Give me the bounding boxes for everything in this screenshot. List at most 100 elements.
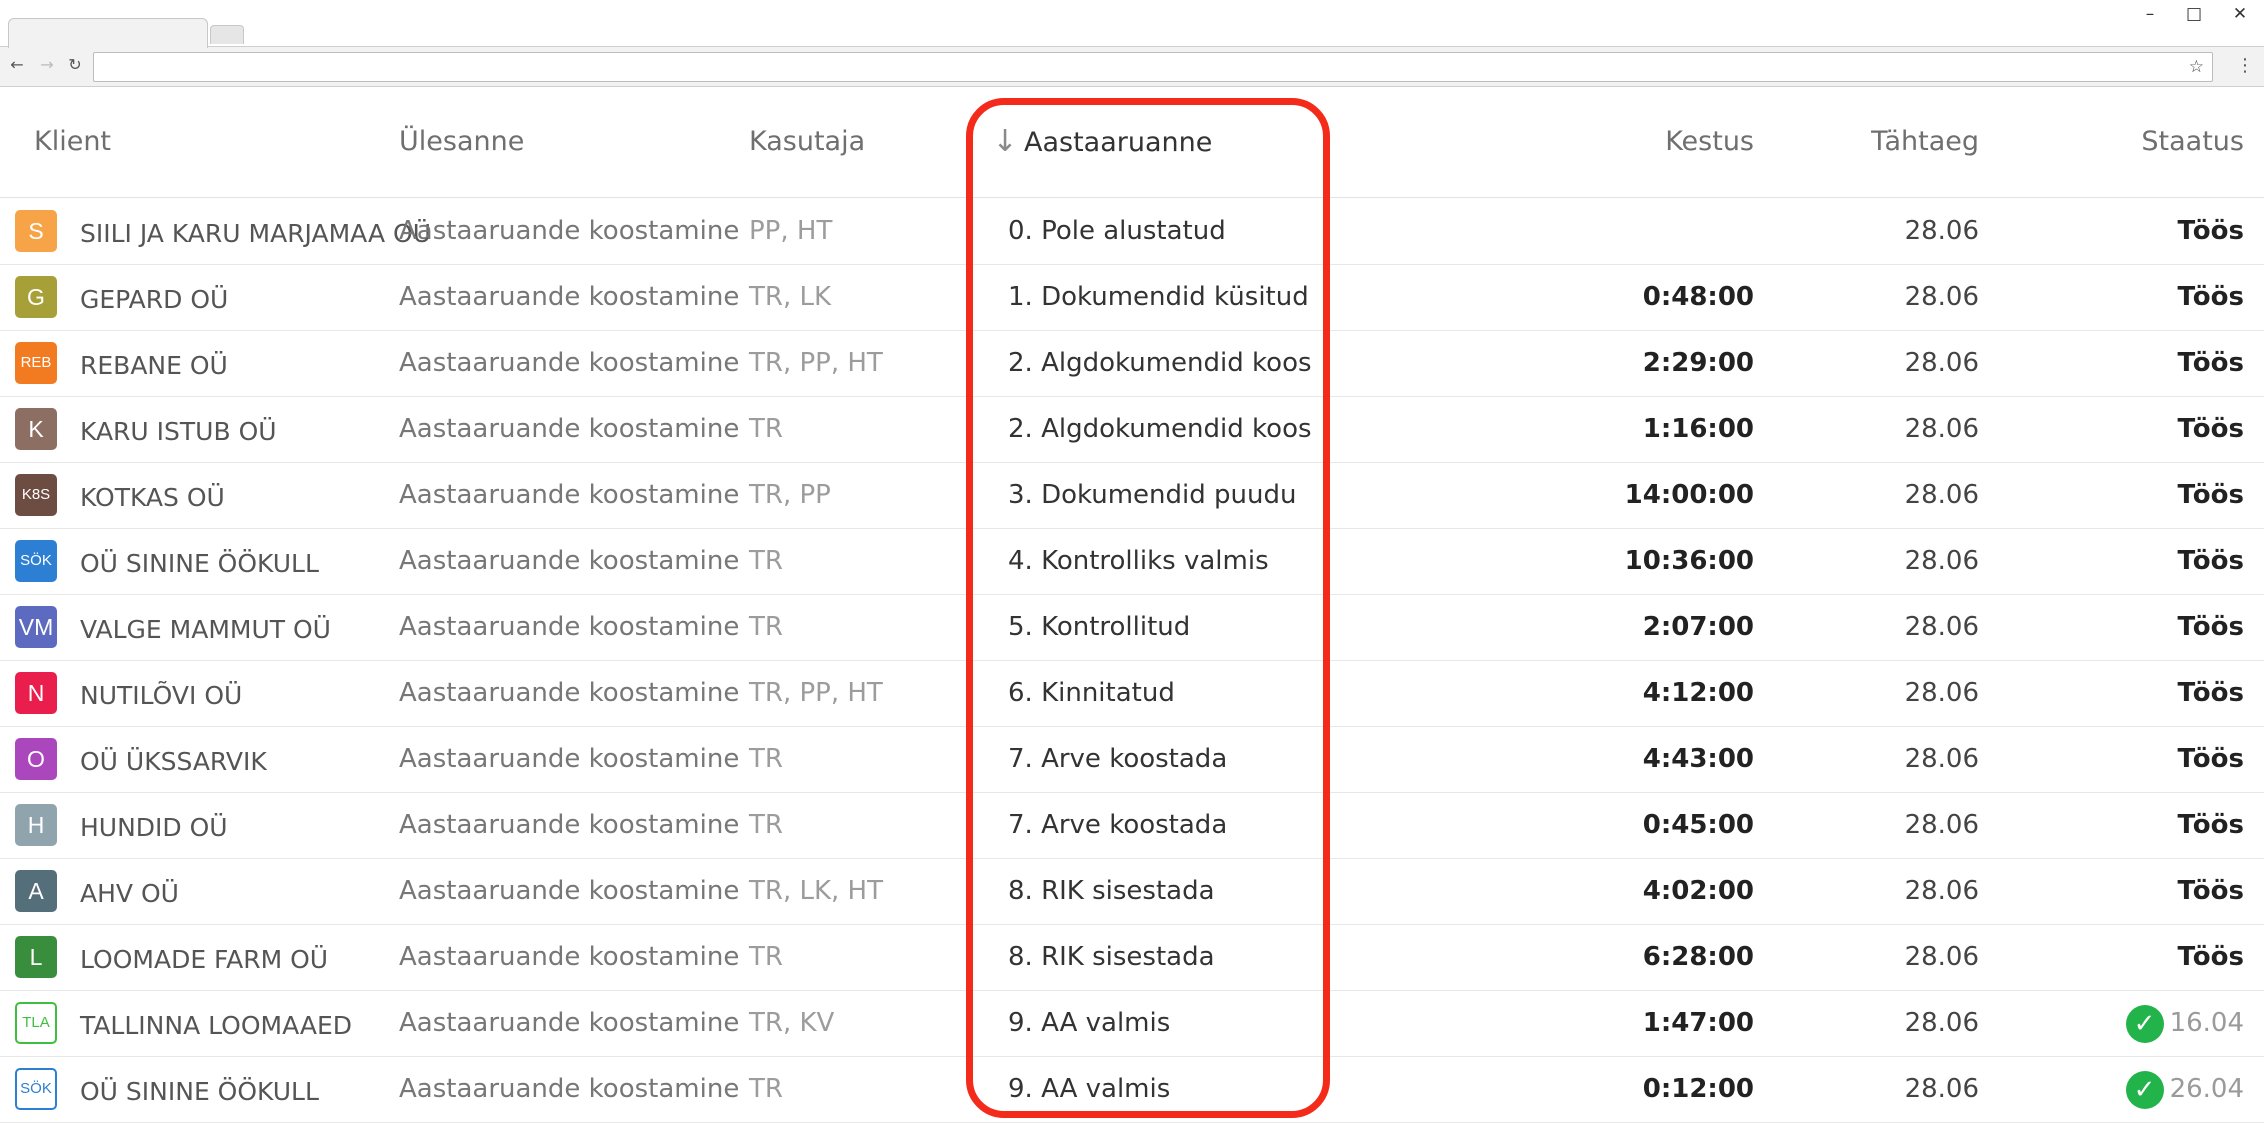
- star-icon[interactable]: ☆: [2189, 55, 2204, 79]
- table-row[interactable]: SÖK OÜ SININE ÖÖKULL Aastaaruande koostami…: [0, 1056, 2264, 1123]
- due-date: 28.06: [1904, 810, 1979, 840]
- forward-icon[interactable]: →: [36, 54, 58, 76]
- table-row[interactable]: O OÜ ÜKSSARVIK Aastaaruande koostamine TR 7.…: [0, 726, 2264, 793]
- table-row[interactable]: S SIILI JA KARU MARJAMAA OÜ Aastaaruande k…: [0, 198, 2264, 265]
- header-duration[interactable]: Kestus: [1665, 87, 1754, 197]
- table-row[interactable]: L LOOMADE FARM OÜ Aastaaruande koostamine T…: [0, 924, 2264, 991]
- task-state: ✓ 16.04: [2125, 990, 2244, 1056]
- assigned-users: TR: [749, 942, 783, 972]
- table-row[interactable]: G GEPARD OÜ Aastaaruande koostamine TR, LK 1…: [0, 264, 2264, 331]
- table-row[interactable]: K8S KOTKAS OÜ Aastaaruande koostamine TR, P…: [0, 462, 2264, 529]
- client-avatar: K: [15, 408, 57, 450]
- task-state: Töös: [2178, 792, 2245, 858]
- duration-value: 1:16:00: [1642, 414, 1754, 444]
- task-name: Aastaaruande koostamine: [399, 480, 740, 510]
- header-status[interactable]: Staatus: [2141, 87, 2244, 197]
- header-client[interactable]: Klient: [34, 87, 111, 197]
- task-state: Töös: [2178, 330, 2245, 396]
- browser-tab[interactable]: [8, 18, 208, 48]
- report-status: 2. Algdokumendid koos: [1008, 348, 1312, 378]
- due-date: 28.06: [1904, 546, 1979, 576]
- task-name: Aastaaruande koostamine: [399, 744, 740, 774]
- report-status: 9. AA valmis: [1008, 1008, 1171, 1038]
- task-name: Aastaaruande koostamine: [399, 678, 740, 708]
- client-name: OÜ ÜKSSARVIK: [80, 747, 267, 776]
- client-name: VALGE MAMMUT OÜ: [80, 615, 331, 644]
- task-state-text: 26.04: [2169, 1074, 2244, 1104]
- due-date: 28.06: [1904, 1008, 1979, 1038]
- due-date: 28.06: [1904, 414, 1979, 444]
- client-avatar: REB: [15, 342, 57, 384]
- task-name: Aastaaruande koostamine: [399, 348, 740, 378]
- task-state-text: Töös: [2177, 612, 2245, 642]
- table-row[interactable]: TLA TALLINNA LOOMAAED Aastaaruande koostam…: [0, 990, 2264, 1057]
- duration-value: 1:47:00: [1642, 1008, 1754, 1038]
- assigned-users: TR: [749, 744, 783, 774]
- task-state-text: Töös: [2177, 942, 2245, 972]
- duration-value: 6:28:00: [1642, 942, 1754, 972]
- report-status: 6. Kinnitatud: [1008, 678, 1175, 708]
- client-name: SIILI JA KARU MARJAMAA OÜ: [80, 219, 431, 248]
- table-row[interactable]: REB REBANE OÜ Aastaaruande koostamine TR, P…: [0, 330, 2264, 397]
- menu-kebab-icon[interactable]: ⋮: [2236, 52, 2254, 80]
- duration-value: 14:00:00: [1624, 480, 1754, 510]
- task-state: Töös: [2178, 396, 2245, 462]
- task-name: Aastaaruande koostamine: [399, 282, 740, 312]
- table-header: Klient Ülesanne Kasutaja ↓ Aastaaruanne K…: [0, 87, 2264, 198]
- client-avatar: H: [15, 804, 57, 846]
- address-bar[interactable]: ☆: [93, 52, 2213, 82]
- task-name: Aastaaruande koostamine: [399, 216, 740, 246]
- client-avatar: G: [15, 276, 57, 318]
- header-task[interactable]: Ülesanne: [399, 87, 524, 197]
- table-row[interactable]: K KARU ISTUB OÜ Aastaaruande koostamine TR 2…: [0, 396, 2264, 463]
- task-state: Töös: [2178, 924, 2245, 990]
- task-state-text: Töös: [2177, 546, 2245, 576]
- check-circle-icon: ✓: [2125, 1070, 2164, 1109]
- reload-icon[interactable]: ↻: [64, 54, 86, 76]
- duration-value: 0:48:00: [1642, 282, 1754, 312]
- close-icon[interactable]: ✕: [2222, 2, 2258, 26]
- client-name: OÜ SININE ÖÖKULL: [80, 549, 319, 578]
- maximize-icon[interactable]: □: [2176, 2, 2212, 26]
- table-row[interactable]: SÖK OÜ SININE ÖÖKULL Aastaaruande koostami…: [0, 528, 2264, 595]
- duration-value: 10:36:00: [1624, 546, 1754, 576]
- new-tab-button[interactable]: [210, 25, 244, 44]
- assigned-users: TR: [749, 810, 783, 840]
- task-state: Töös: [2178, 264, 2245, 330]
- task-state: Töös: [2178, 462, 2245, 528]
- due-date: 28.06: [1904, 348, 1979, 378]
- due-date: 28.06: [1904, 480, 1979, 510]
- tab-strip: – □ ✕: [0, 0, 2264, 48]
- header-user[interactable]: Kasutaja: [749, 87, 865, 197]
- assigned-users: TR, LK: [749, 282, 832, 312]
- client-name: OÜ SININE ÖÖKULL: [80, 1077, 319, 1106]
- table-row[interactable]: N NUTILÕVI OÜ Aastaaruande koostamine TR, P…: [0, 660, 2264, 727]
- header-due[interactable]: Tähtaeg: [1871, 87, 1979, 197]
- header-report-label: Aastaaruanne: [1024, 127, 1213, 158]
- due-date: 28.06: [1904, 876, 1979, 906]
- task-name: Aastaaruande koostamine: [399, 1074, 740, 1104]
- assigned-users: TR: [749, 1074, 783, 1104]
- task-name: Aastaaruande koostamine: [399, 612, 740, 642]
- client-name: TALLINNA LOOMAAED: [80, 1011, 353, 1040]
- assigned-users: TR, PP, HT: [749, 678, 883, 708]
- client-name: LOOMADE FARM OÜ: [80, 945, 329, 974]
- duration-value: 4:02:00: [1642, 876, 1754, 906]
- client-avatar: SÖK: [15, 1068, 57, 1110]
- table-row[interactable]: A AHV OÜ Aastaaruande koostamine TR, LK, HT…: [0, 858, 2264, 925]
- duration-value: 4:43:00: [1642, 744, 1754, 774]
- report-status: 7. Arve koostada: [1008, 810, 1228, 840]
- due-date: 28.06: [1904, 216, 1979, 246]
- back-icon[interactable]: ←: [6, 54, 28, 76]
- report-status: 2. Algdokumendid koos: [1008, 414, 1312, 444]
- client-name: REBANE OÜ: [80, 351, 228, 380]
- client-avatar: O: [15, 738, 57, 780]
- header-report[interactable]: ↓ Aastaaruanne: [990, 87, 1212, 197]
- task-state: ✓ 26.04: [2125, 1056, 2244, 1122]
- task-name: Aastaaruande koostamine: [399, 876, 740, 906]
- table-row[interactable]: VM VALGE MAMMUT OÜ Aastaaruande koostamine…: [0, 594, 2264, 661]
- table-row[interactable]: H HUNDID OÜ Aastaaruande koostamine TR 7. Ar…: [0, 792, 2264, 859]
- minimize-icon[interactable]: –: [2132, 2, 2168, 26]
- report-status: 1. Dokumendid küsitud: [1008, 282, 1309, 312]
- client-avatar: N: [15, 672, 57, 714]
